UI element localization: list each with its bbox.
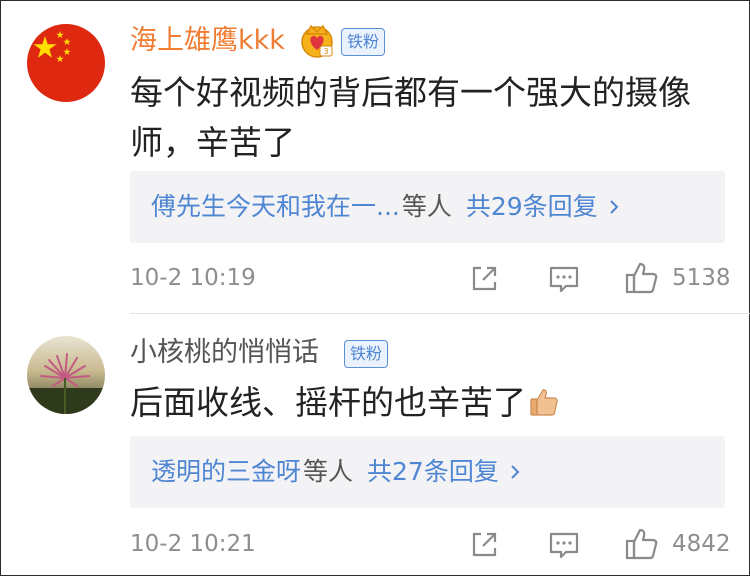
comment-item: 海上雄鹰kkk 3 铁粉 每个好视频的背后都有一个强大的摄像师，辛苦了 傅先生今… — [0, 0, 750, 314]
reply-others-label: 等人 — [303, 457, 354, 486]
comment-icon[interactable] — [546, 260, 582, 296]
chevron-right-icon — [609, 200, 619, 214]
avatar[interactable] — [27, 336, 105, 414]
flower-photo-avatar — [27, 336, 105, 414]
china-flag-icon — [27, 24, 105, 102]
reply-preview-text: 透明的三金呀等人 共27条回复 — [151, 454, 521, 490]
chevron-right-icon — [511, 465, 520, 479]
reply-preview[interactable]: 傅先生今天和我在一...等人 共29条回复 — [130, 171, 725, 243]
comment-meta: 10-2 10:21 4842 — [0, 524, 750, 564]
reply-others-label: 等人 — [401, 192, 452, 221]
thumbs-up-icon[interactable] — [624, 260, 660, 296]
fan-badge: 铁粉 — [344, 340, 389, 368]
reply-author[interactable]: 傅先生今天和我在一... — [151, 192, 400, 221]
svg-text:3: 3 — [323, 47, 328, 56]
like-count: 5138 — [672, 265, 731, 291]
reply-count-link[interactable]: 共27条回复 — [367, 457, 499, 486]
comment-text: 每个好视频的背后都有一个强大的摄像师，辛苦了 — [130, 73, 691, 162]
fan-badge: 铁粉 — [341, 28, 386, 56]
timestamp: 10-2 10:21 — [130, 531, 256, 557]
comment-meta: 10-2 10:19 5138 — [0, 258, 750, 298]
username[interactable]: 海上雄鹰kkk — [130, 25, 285, 57]
comment-icon[interactable] — [546, 526, 582, 562]
reply-count-link[interactable]: 共29条回复 — [466, 192, 598, 221]
thumbs-up-emoji — [530, 389, 558, 416]
reply-author[interactable]: 透明的三金呀 — [151, 457, 301, 486]
comment-text-content: 后面收线、摇杆的也辛苦了 — [130, 383, 526, 422]
reply-preview[interactable]: 透明的三金呀等人 共27条回复 — [130, 436, 725, 508]
avatar[interactable] — [27, 24, 105, 102]
reply-preview-text: 傅先生今天和我在一...等人 共29条回复 — [151, 189, 620, 225]
thumbs-up-icon[interactable] — [624, 526, 660, 562]
share-icon[interactable] — [467, 526, 503, 562]
username[interactable]: 小核桃的悄悄话 — [130, 337, 319, 369]
comment-text: 后面收线、摇杆的也辛苦了 — [130, 378, 720, 428]
share-icon[interactable] — [467, 260, 503, 296]
crown-badge-icon: 3 — [301, 24, 333, 58]
like-count: 4842 — [672, 531, 731, 557]
comment-item: 小核桃的悄悄话 铁粉 后面收线、摇杆的也辛苦了 透明的三金呀等人 共27条回复 1… — [0, 314, 750, 576]
timestamp: 10-2 10:19 — [130, 265, 256, 291]
